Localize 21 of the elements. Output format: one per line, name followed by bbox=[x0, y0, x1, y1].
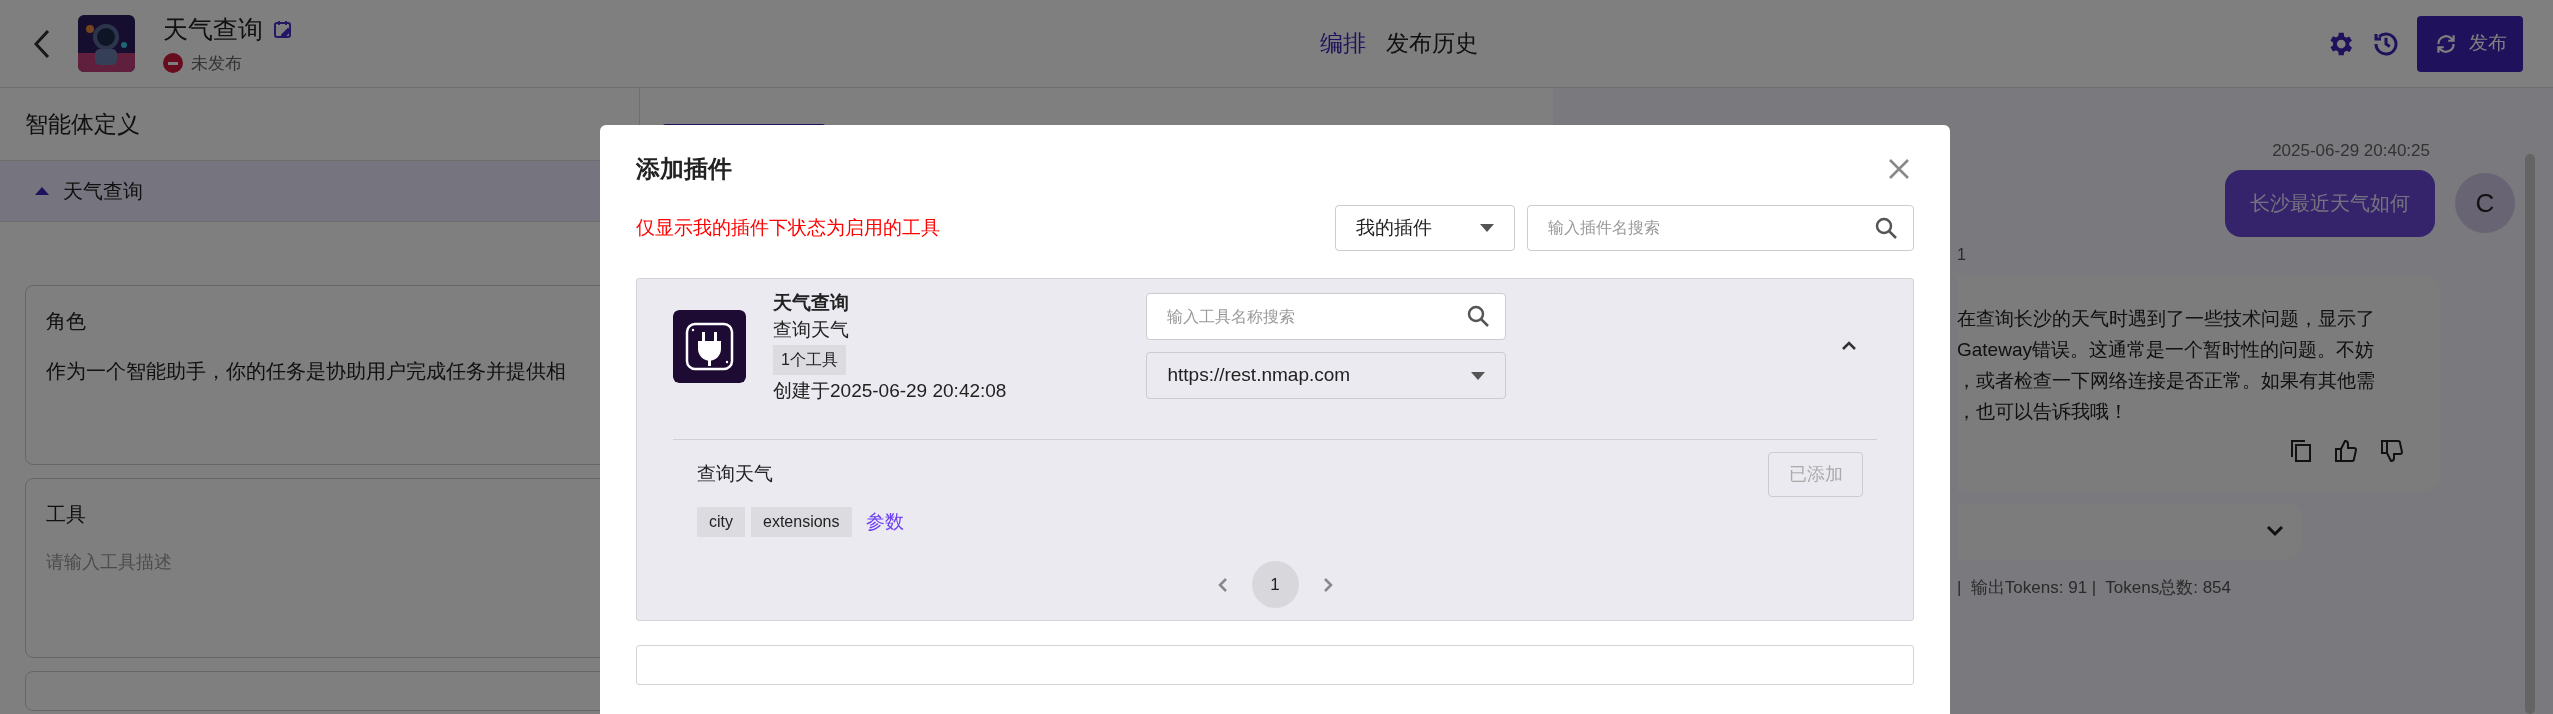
tool-count-badge: 1个工具 bbox=[773, 344, 846, 375]
status-text: 未发布 bbox=[191, 52, 242, 75]
card-title: 角色 bbox=[46, 309, 87, 334]
tool-name: 查询天气 bbox=[697, 462, 773, 487]
notice-text: 仅显示我的插件下状态为启用的工具 bbox=[636, 215, 940, 240]
card-title: 工具 bbox=[46, 502, 87, 527]
plugin-name: 天气查询 bbox=[773, 290, 850, 315]
param-tag: extensions bbox=[751, 507, 852, 537]
modal-title: 添加插件 bbox=[636, 154, 732, 184]
user-message: 长沙最近天气如何 bbox=[2225, 169, 2435, 237]
panel-title: 智能体定义 bbox=[25, 109, 140, 139]
message-time: 2025-06-29 20:40:25 bbox=[2272, 140, 2430, 162]
reply-meta: 1 bbox=[1957, 244, 1967, 265]
agent-title: 天气查询 bbox=[163, 14, 263, 45]
param-tag: city bbox=[697, 507, 745, 537]
card-text: 作为一个智能助手，你的任务是协助用户完成任务并提供相 bbox=[46, 359, 567, 384]
user-avatar: C bbox=[2455, 173, 2515, 233]
plugin-description: 查询天气 bbox=[773, 317, 850, 342]
created-time: 创建于2025-06-29 20:42:08 bbox=[773, 378, 1007, 403]
token-usage: | 输出Tokens: 91 | Tokens总数: 854 bbox=[1957, 576, 2233, 599]
reply-text: 在查询长沙的天气时遇到了一些技术问题，显示了 Gateway错误。这通常是一个暂时性的问题。不妨 ，或者检查一下网络连接是否正常。如果有其他需 ，也可以告诉我哦！ bbox=[1957, 306, 2376, 424]
